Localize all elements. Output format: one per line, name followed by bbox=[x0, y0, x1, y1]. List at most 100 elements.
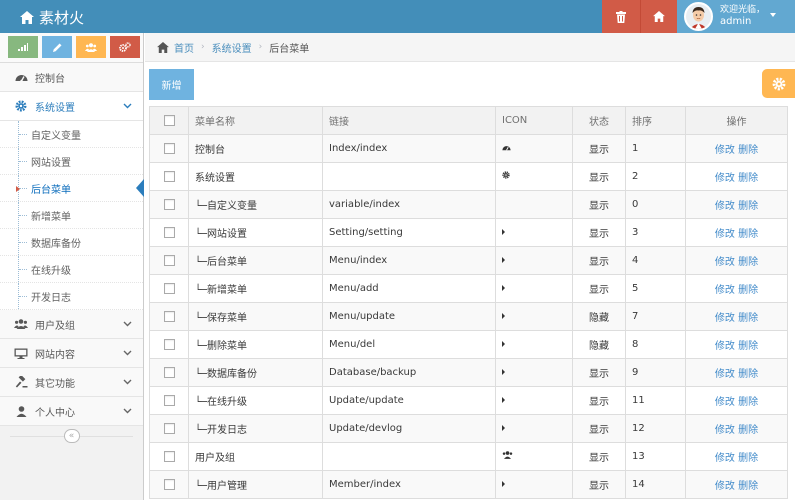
row-select-cell bbox=[149, 414, 189, 443]
brand[interactable]: 素材火 bbox=[20, 7, 84, 28]
delete-link[interactable]: 删除 bbox=[738, 173, 758, 184]
cell-link: variable/index bbox=[322, 190, 496, 219]
edit-link[interactable]: 修改 bbox=[715, 397, 735, 408]
trash-button[interactable] bbox=[602, 0, 640, 33]
row-checkbox[interactable] bbox=[163, 394, 175, 406]
chevron-down-icon bbox=[123, 408, 132, 414]
submenu-item-dev-log[interactable]: 开发日志 bbox=[0, 283, 143, 310]
edit-link[interactable]: 修改 bbox=[715, 201, 735, 212]
sidebar-item-users-groups[interactable]: 用户及组 bbox=[0, 310, 143, 339]
shortcut-users-button[interactable] bbox=[76, 36, 106, 58]
row-checkbox[interactable] bbox=[163, 310, 175, 322]
breadcrumb-section-link[interactable]: 系统设置 bbox=[212, 40, 252, 55]
submenu-item-database-backup[interactable]: 数据库备份 bbox=[0, 229, 143, 256]
submenu-item-online-upgrade[interactable]: 在线升级 bbox=[0, 256, 143, 283]
delete-link[interactable]: 删除 bbox=[738, 201, 758, 212]
edit-link[interactable]: 修改 bbox=[715, 257, 735, 268]
sidebar-item-dashboard[interactable]: 控制台 bbox=[0, 63, 143, 92]
cell-icon bbox=[495, 274, 573, 303]
row-checkbox[interactable] bbox=[163, 254, 175, 266]
delete-link[interactable]: 删除 bbox=[738, 313, 758, 324]
cell-ops: 修改 删除 bbox=[685, 358, 788, 387]
delete-link[interactable]: 删除 bbox=[738, 369, 758, 380]
cell-ops: 修改 删除 bbox=[685, 386, 788, 415]
cell-state: 显示 bbox=[572, 442, 626, 471]
edit-link[interactable]: 修改 bbox=[715, 173, 735, 184]
sidebar-collapse-button[interactable]: « bbox=[63, 429, 80, 443]
double-chevron-left-icon: « bbox=[68, 431, 75, 441]
submenu-item-site-settings[interactable]: 网站设置 bbox=[0, 148, 143, 175]
breadcrumb-home-link[interactable]: 首页 bbox=[174, 40, 194, 55]
delete-link[interactable]: 删除 bbox=[738, 145, 758, 156]
delete-link[interactable]: 删除 bbox=[738, 453, 758, 464]
row-checkbox[interactable] bbox=[163, 142, 175, 154]
cell-icon bbox=[495, 134, 573, 163]
new-button[interactable]: 新增 bbox=[149, 69, 194, 100]
cell-name: └─开发日志 bbox=[188, 414, 323, 443]
cell-icon bbox=[495, 442, 573, 471]
submenu-label: 自定义变量 bbox=[31, 130, 81, 142]
edit-link[interactable]: 修改 bbox=[715, 341, 735, 352]
cell-link bbox=[322, 442, 496, 471]
edit-link[interactable]: 修改 bbox=[715, 229, 735, 240]
shortcut-settings-button[interactable] bbox=[110, 36, 140, 58]
select-all-checkbox[interactable] bbox=[163, 114, 175, 126]
delete-link[interactable]: 删除 bbox=[738, 229, 758, 240]
shortcut-edit-button[interactable] bbox=[42, 36, 72, 58]
gear-icon bbox=[14, 100, 28, 112]
edit-link[interactable]: 修改 bbox=[715, 453, 735, 464]
table-row: └─数据库备份 Database/backup 显示 9 修改 删除 bbox=[149, 358, 788, 387]
submenu-item-custom-variables[interactable]: 自定义变量 bbox=[0, 121, 143, 148]
cell-name: └─删除菜单 bbox=[188, 330, 323, 359]
cell-link: Menu/del bbox=[322, 330, 496, 359]
cell-ops: 修改 删除 bbox=[685, 134, 788, 163]
delete-link[interactable]: 删除 bbox=[738, 341, 758, 352]
row-select-cell bbox=[149, 386, 189, 415]
row-select-cell bbox=[149, 470, 189, 499]
cell-state: 显示 bbox=[572, 218, 626, 247]
cell-link: Menu/add bbox=[322, 274, 496, 303]
row-checkbox[interactable] bbox=[163, 478, 175, 490]
user-menu[interactable]: 欢迎光临， admin bbox=[677, 0, 795, 33]
cell-sort: 3 bbox=[625, 218, 686, 247]
user-greeting: 欢迎光临， bbox=[720, 5, 766, 15]
edit-link[interactable]: 修改 bbox=[715, 145, 735, 156]
cell-state: 显示 bbox=[572, 470, 626, 499]
caret-right-icon bbox=[502, 367, 505, 378]
settings-button[interactable] bbox=[762, 69, 795, 98]
delete-link[interactable]: 删除 bbox=[738, 481, 758, 492]
row-checkbox[interactable] bbox=[163, 422, 175, 434]
cell-icon bbox=[495, 358, 573, 387]
submenu-item-add-menu[interactable]: 新增菜单 bbox=[0, 202, 143, 229]
row-checkbox[interactable] bbox=[163, 170, 175, 182]
row-checkbox[interactable] bbox=[163, 226, 175, 238]
delete-link[interactable]: 删除 bbox=[738, 425, 758, 436]
sidebar-item-personal-center[interactable]: 个人中心 bbox=[0, 397, 143, 426]
edit-link[interactable]: 修改 bbox=[715, 425, 735, 436]
cell-sort: 11 bbox=[625, 386, 686, 415]
delete-link[interactable]: 删除 bbox=[738, 257, 758, 268]
row-checkbox[interactable] bbox=[163, 282, 175, 294]
sidebar-item-other-functions[interactable]: 其它功能 bbox=[0, 368, 143, 397]
pencil-icon bbox=[52, 43, 61, 52]
shortcut-stats-button[interactable] bbox=[8, 36, 38, 58]
submenu-item-admin-menu[interactable]: 后台菜单 bbox=[0, 175, 144, 202]
cell-icon bbox=[495, 162, 573, 191]
edit-link[interactable]: 修改 bbox=[715, 285, 735, 296]
edit-link[interactable]: 修改 bbox=[715, 481, 735, 492]
edit-link[interactable]: 修改 bbox=[715, 369, 735, 380]
delete-link[interactable]: 删除 bbox=[738, 285, 758, 296]
row-checkbox[interactable] bbox=[163, 366, 175, 378]
submenu-label: 后台菜单 bbox=[31, 184, 71, 196]
home-button[interactable] bbox=[640, 0, 677, 33]
dashboard-icon bbox=[14, 71, 28, 83]
sidebar-item-site-content[interactable]: 网站内容 bbox=[0, 339, 143, 368]
cell-name: └─新增菜单 bbox=[188, 274, 323, 303]
row-checkbox[interactable] bbox=[163, 338, 175, 350]
edit-link[interactable]: 修改 bbox=[715, 313, 735, 324]
delete-link[interactable]: 删除 bbox=[738, 397, 758, 408]
row-checkbox[interactable] bbox=[163, 450, 175, 462]
sidebar-item-system-settings[interactable]: 系统设置 bbox=[0, 92, 143, 121]
breadcrumb-separator-icon: › bbox=[201, 42, 205, 52]
row-checkbox[interactable] bbox=[163, 198, 175, 210]
